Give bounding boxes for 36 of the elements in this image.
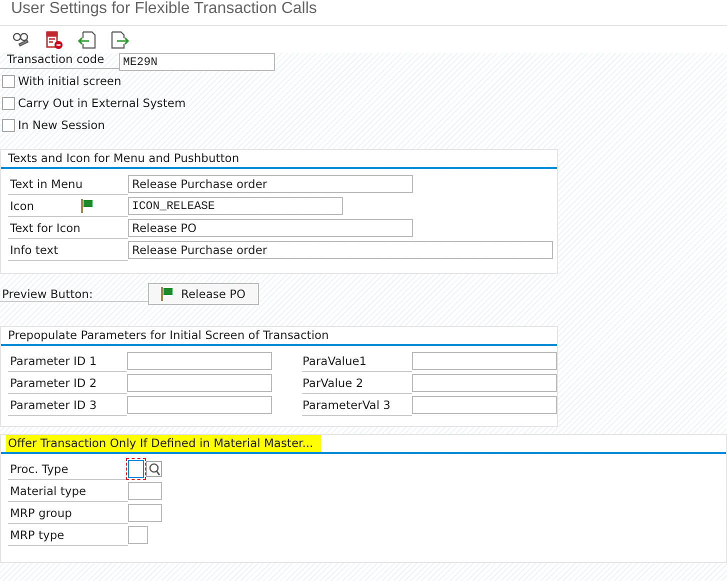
checkbox-label: Carry Out in External System	[18, 96, 186, 110]
input-field[interactable]	[128, 482, 162, 500]
flag-icon	[81, 199, 93, 213]
checkbox-label: In New Session	[18, 118, 105, 132]
transaction-code-field[interactable]: ME29N	[119, 53, 275, 71]
back-document-icon[interactable]	[77, 30, 97, 50]
group-title: Prepopulate Parameters for Initial Screen of Transaction	[8, 328, 329, 342]
input-field[interactable]	[412, 396, 558, 414]
preview-button[interactable]: Release PO	[148, 283, 259, 305]
input-field[interactable]	[128, 504, 162, 522]
input-field[interactable]	[412, 352, 558, 370]
text-field[interactable]: Release Purchase order	[128, 175, 413, 193]
forward-document-icon[interactable]	[110, 30, 130, 50]
field-label: ParaValue1	[302, 350, 412, 372]
window-title: User Settings for Flexible Transaction Calls	[0, 0, 727, 26]
field-label: ParameterVal 3	[302, 394, 412, 416]
input-field[interactable]	[127, 396, 272, 414]
search-icon[interactable]	[146, 461, 162, 477]
checkbox[interactable]	[2, 118, 15, 132]
input-field[interactable]	[127, 374, 272, 392]
input-field[interactable]	[128, 460, 144, 478]
group-title: Texts and Icon for Menu and Pushbutton	[8, 151, 240, 165]
group-title: Offer Transaction Only If Defined in Material Master...	[6, 435, 322, 452]
text-field[interactable]: Release PO	[128, 219, 413, 237]
text-field[interactable]: Release Purchase order	[128, 241, 553, 259]
checkbox[interactable]	[2, 96, 15, 110]
checkbox[interactable]	[2, 74, 15, 88]
preview-label: Preview Button:	[0, 286, 148, 302]
input-field[interactable]	[128, 526, 148, 544]
text-field[interactable]: ICON_RELEASE	[128, 197, 343, 215]
checkbox-label: With initial screen	[18, 74, 122, 88]
delete-document-icon[interactable]	[44, 30, 64, 50]
field-label: ParValue 2	[302, 372, 412, 394]
input-field[interactable]	[127, 352, 272, 370]
flag-icon	[161, 287, 173, 301]
input-field[interactable]	[412, 374, 558, 392]
